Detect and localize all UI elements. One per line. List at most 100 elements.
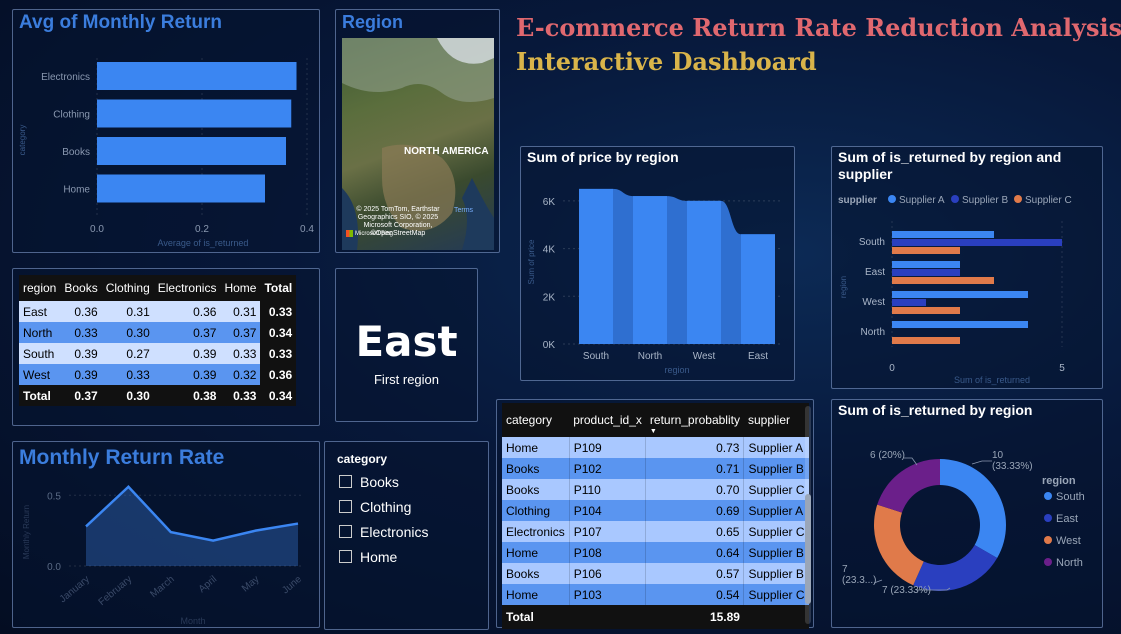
y-tick-label: 0K: [543, 340, 556, 351]
checkbox-icon[interactable]: [339, 500, 352, 513]
bar-south-supplier-c[interactable]: [892, 247, 960, 254]
matrix-row[interactable]: South 0.39 0.27 0.39 0.33 0.33: [19, 343, 297, 364]
avg-monthly-return-panel[interactable]: Avg of Monthly Return 0.0 0.2 0.4 Electroni…: [12, 9, 320, 253]
price-by-region-chart[interactable]: 0K2K4K6KSouth North West EastregionSum of p…: [521, 147, 794, 380]
avg-monthly-return-chart[interactable]: 0.0 0.2 0.4 Electronics Clothing Books Home Ave…: [13, 10, 319, 252]
bar-electronics[interactable]: [97, 62, 297, 90]
slice-north[interactable]: [877, 459, 940, 513]
bar-south-supplier-b[interactable]: [892, 239, 1062, 246]
matrix-header-cell[interactable]: Home: [220, 275, 261, 301]
legend-marker: [1044, 558, 1052, 566]
bar-north[interactable]: [633, 196, 667, 344]
slicer-option-books[interactable]: Books: [339, 469, 428, 494]
bar-west-supplier-a[interactable]: [892, 291, 1028, 298]
slicer-option-label: Home: [360, 548, 398, 565]
checkbox-icon[interactable]: [339, 550, 352, 563]
bar-books[interactable]: [97, 137, 286, 165]
x-tick-label: 5: [1059, 363, 1065, 374]
price-by-region-panel[interactable]: Sum of price by region 0K 2K 4K 6K South Nort…: [520, 146, 795, 381]
legend-marker: [1014, 195, 1022, 203]
bar-east-supplier-b[interactable]: [892, 269, 960, 276]
bar-east[interactable]: [741, 234, 775, 344]
product-detail-table-panel[interactable]: category product_id_x return_probablity ▼ su…: [496, 399, 814, 629]
y-tick-label: 0.0: [47, 562, 61, 573]
table-cell: P103: [569, 584, 647, 605]
x-tick-label: June: [280, 574, 304, 597]
checkbox-icon[interactable]: [339, 475, 352, 488]
table-row[interactable]: Books P106 0.57 Supplier B: [502, 563, 810, 584]
detail-total-row: Total 15.89: [502, 605, 809, 629]
table-scrollbar[interactable]: [805, 406, 811, 624]
table-row[interactable]: Books P102 0.71 Supplier B: [502, 458, 810, 479]
matrix-total-cell: 0.30: [101, 385, 154, 406]
monthly-return-rate-panel[interactable]: Monthly Return Rate 0.0 0.5 January Februar…: [12, 441, 320, 628]
category-label: West: [862, 297, 885, 308]
slicer-option-clothing[interactable]: Clothing: [339, 494, 428, 519]
x-tick-label: South: [583, 351, 609, 362]
y-tick-label: 4K: [543, 245, 556, 256]
bar-clothing[interactable]: [97, 99, 292, 128]
returned-by-region-donut-chart[interactable]: 10(33.33%) 7 (23.33%) 7(23.3...) 6 (20%) reg…: [832, 400, 1102, 627]
region-category-matrix-panel[interactable]: region Books Clothing Electronics Home Total E…: [12, 268, 320, 426]
legend-label: Supplier C: [1025, 195, 1072, 206]
legend-marker: [1044, 492, 1052, 500]
detail-header-cell[interactable]: return_probablity ▼: [645, 403, 744, 437]
slice-west[interactable]: [874, 504, 924, 586]
table-cell: Supplier C: [743, 584, 810, 605]
table-row[interactable]: Home P109 0.73 Supplier A: [502, 437, 810, 458]
slicer-option-home[interactable]: Home: [339, 544, 428, 569]
table-cell: P104: [569, 500, 647, 521]
bar-north-supplier-c[interactable]: [892, 337, 960, 344]
table-row[interactable]: Electronics P107 0.65 Supplier C: [502, 521, 810, 542]
matrix-row[interactable]: West 0.39 0.33 0.39 0.32 0.36: [19, 364, 297, 385]
card-value: East: [355, 317, 458, 366]
slicer-option-electronics[interactable]: Electronics: [339, 519, 428, 544]
matrix-row[interactable]: East 0.36 0.31 0.36 0.31 0.33: [19, 301, 297, 322]
table-scrollbar-thumb[interactable]: [805, 494, 811, 604]
bar-east-supplier-a[interactable]: [892, 261, 960, 268]
matrix-header-cell[interactable]: Clothing: [101, 275, 154, 301]
map-terms-link[interactable]: Terms: [454, 207, 473, 214]
detail-header-cell[interactable]: category: [502, 403, 570, 437]
table-row[interactable]: Home P103 0.54 Supplier C: [502, 584, 810, 605]
table-cell: P109: [569, 437, 647, 458]
matrix-header-cell[interactable]: Electronics: [153, 275, 221, 301]
bar-south[interactable]: [579, 188, 613, 344]
region-map-panel[interactable]: Region NORTH AMERICA © 2025 TomTom, Eart…: [335, 9, 500, 253]
bar-home[interactable]: [97, 174, 265, 203]
table-row[interactable]: Clothing P104 0.69 Supplier A: [502, 500, 810, 521]
bar-west-supplier-b[interactable]: [892, 299, 926, 306]
region-category-matrix[interactable]: region Books Clothing Electronics Home Total E…: [19, 275, 297, 406]
bar-south-supplier-a[interactable]: [892, 231, 994, 238]
detail-header-cell[interactable]: product_id_x: [569, 403, 646, 437]
card-label: First region: [373, 372, 440, 387]
bar-north-supplier-a[interactable]: [892, 321, 1028, 328]
table-row[interactable]: Books P110 0.70 Supplier C: [502, 479, 810, 500]
first-region-card[interactable]: East First region: [335, 268, 478, 422]
returned-by-region-supplier-chart[interactable]: supplier Supplier A Supplier B Supplier C 0 5…: [832, 147, 1102, 388]
slice-south[interactable]: [940, 459, 1006, 558]
matrix-header-cell[interactable]: Books: [60, 275, 102, 301]
x-tick-label: West: [693, 351, 716, 362]
category-label: Electronics: [41, 72, 90, 83]
map-view[interactable]: NORTH AMERICA © 2025 TomTom, Earthstar G…: [342, 38, 494, 250]
monthly-return-rate-chart[interactable]: 0.00.5January February March April May JuneMo…: [13, 442, 319, 627]
table-cell: Supplier B: [743, 542, 810, 563]
detail-header-cell[interactable]: supplier: [743, 403, 809, 437]
table-row[interactable]: Home P108 0.64 Supplier B: [502, 542, 810, 563]
table-cell: Home: [502, 437, 570, 458]
bar-west-supplier-c[interactable]: [892, 307, 960, 314]
checkbox-icon[interactable]: [339, 525, 352, 538]
matrix-header-cell[interactable]: region: [19, 275, 61, 301]
bar-east-supplier-c[interactable]: [892, 277, 994, 284]
product-detail-table[interactable]: category product_id_x return_probablity ▼ su…: [502, 403, 810, 629]
returned-by-region-supplier-panel[interactable]: Sum of is_returned by region and supplie…: [831, 146, 1103, 389]
bar-west[interactable]: [687, 200, 721, 344]
returned-by-region-donut-panel[interactable]: Sum of is_returned by region 10 (33.33%) 7…: [831, 399, 1103, 628]
matrix-header-cell[interactable]: Total: [260, 275, 297, 301]
table-cell: 0.69: [645, 500, 745, 521]
category-slicer[interactable]: category Books Clothing Electronics Home: [324, 441, 489, 630]
sort-desc-icon[interactable]: ▼: [650, 428, 657, 435]
detail-header-row: category product_id_x return_probablity ▼ su…: [502, 403, 809, 437]
matrix-row[interactable]: North 0.33 0.30 0.37 0.37 0.34: [19, 322, 297, 343]
